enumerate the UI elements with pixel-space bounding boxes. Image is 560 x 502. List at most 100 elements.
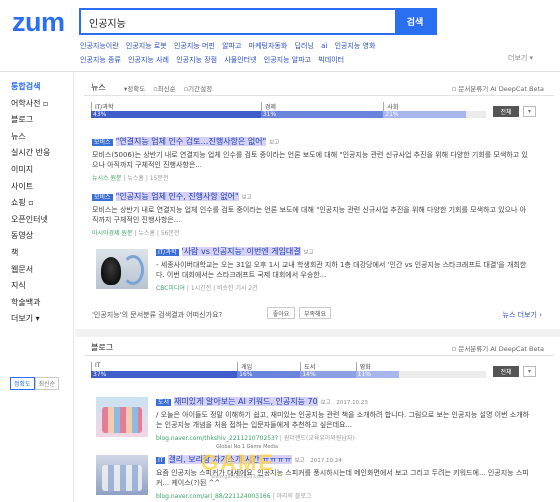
- news-dist-bar: 43% 31% 21%: [91, 111, 486, 118]
- feedback-good-button[interactable]: 좋아요: [267, 307, 295, 319]
- news-more-link[interactable]: 뉴스 더보기 ›: [503, 310, 542, 320]
- news-dist-labels: IT/과학 경제 사회: [91, 102, 486, 111]
- blog-dist-segment[interactable]: 16%: [237, 371, 301, 378]
- blog-result-url[interactable]: blog.naver.com/ari_88/221124003166: [156, 493, 271, 500]
- sidebar-item-knowledge[interactable]: 지식: [0, 278, 73, 295]
- blog-dist-label[interactable]: IT: [91, 362, 100, 371]
- related-keyword[interactable]: 인공지능 로봇: [126, 42, 167, 50]
- blog-dist-label[interactable]: 영화: [355, 362, 371, 371]
- related-keyword[interactable]: 인공지능 장점: [176, 56, 217, 64]
- blog-result-url[interactable]: blog.naver.com/thkshiv_221121070253?: [156, 435, 278, 442]
- news-dist-segment[interactable]: 21%: [383, 111, 467, 118]
- blog-dist-label[interactable]: 게임: [237, 362, 252, 371]
- news-sort-options: ▾정확도 ▫최신순 ▫기간설정: [124, 83, 218, 93]
- news-section-header: 뉴스 ▾정확도 ▫최신순 ▫기간설정 ▫ 문서분류기 AI DeepCat Be…: [84, 79, 554, 96]
- blog-result-title[interactable]: 도서 재미있게 알아보는 AI 키워드, 인공지능 70 보고 2017.10.23: [156, 396, 532, 407]
- news-result-badge: 모비스: [92, 194, 113, 201]
- news-classifier-label[interactable]: ▫ 문서분류기 AI DeepCat Beta: [452, 83, 544, 93]
- blog-dist-segment[interactable]: 37%: [91, 371, 238, 378]
- blog-all-button[interactable]: 전체: [493, 366, 519, 377]
- news-result-source[interactable]: 아시아경제 원문: [92, 230, 133, 237]
- blog-result-badge: 도서: [156, 399, 172, 406]
- sort-toggle: 정확도 최신순: [10, 377, 60, 390]
- news-result-title[interactable]: IT/과학 '사람 vs 인공지능' 이번엔 게임대결 보고: [156, 246, 532, 257]
- search-button[interactable]: 검색: [395, 10, 435, 33]
- related-keyword[interactable]: 인공지능이란: [80, 42, 119, 50]
- sidebar-item-all[interactable]: 통합검색: [0, 79, 73, 96]
- news-result-title[interactable]: 모비스 "연결지능 업체 인수 검토…진행사항은 없어" 보고: [92, 136, 532, 147]
- related-keyword[interactable]: 인공지능 사례: [128, 56, 169, 64]
- robot-head-icon: [122, 255, 144, 285]
- sidebar-item-video[interactable]: 동영상: [0, 228, 73, 245]
- blog-result-author[interactable]: 원더랜드(교육유아와원남자): [284, 435, 355, 442]
- watermark-logo: GAME: [201, 450, 275, 475]
- blog-result-thumbnail[interactable]: [96, 455, 148, 495]
- sidebar: 통합검색 어학사전 ▫ 블로그 뉴스 실시간 반응 이미지 사이트 쇼핑 ▫ 오…: [0, 73, 74, 502]
- news-expand-arrow-icon[interactable]: ▾: [523, 106, 536, 117]
- news-sort-accuracy[interactable]: ▾정확도: [124, 85, 145, 93]
- sidebar-item-more[interactable]: 더보기 ▾: [0, 311, 73, 328]
- sidebar-item-sites[interactable]: 사이트: [0, 179, 73, 196]
- sort-accuracy-button[interactable]: 정확도: [10, 377, 35, 390]
- related-more-button[interactable]: 더보기 ▾: [508, 53, 533, 63]
- news-result-thumbnail[interactable]: [96, 249, 148, 289]
- section-divider: [75, 329, 560, 337]
- blog-dist-segment[interactable]: 11%: [355, 371, 400, 378]
- sort-latest-button[interactable]: 최신순: [34, 377, 60, 390]
- sidebar-item-encyclopedia[interactable]: 학술백과: [0, 295, 73, 312]
- news-result-title[interactable]: 모비스 "인공지능 업체 인수, 진행사항 없어" 보고: [92, 191, 532, 202]
- news-dist-label[interactable]: 사회: [383, 102, 398, 111]
- blog-result: 도서 재미있게 알아보는 AI 키워드, 인공지능 70 보고 2017.10.23…: [156, 396, 532, 442]
- related-keyword[interactable]: 마케팅자동화: [249, 42, 288, 50]
- related-keyword[interactable]: ai: [321, 42, 327, 50]
- blog-dist-label[interactable]: 도서: [300, 362, 315, 371]
- related-keyword[interactable]: 사물인터넷: [224, 56, 256, 64]
- news-sort-latest[interactable]: ▫최신순: [153, 85, 175, 93]
- sidebar-item-web-docs[interactable]: 웹문서: [0, 262, 73, 279]
- related-keyword[interactable]: 딥러닝: [295, 42, 314, 50]
- news-result-badge-small: 보고: [303, 250, 314, 256]
- sidebar-item-blog[interactable]: 블로그: [0, 112, 73, 129]
- related-keyword[interactable]: 인공지능 알파고: [264, 56, 311, 64]
- news-dist-segment[interactable]: 31%: [260, 111, 384, 118]
- sidebar-item-news[interactable]: 뉴스: [0, 129, 73, 146]
- news-result-badge: 모비스: [92, 139, 113, 146]
- sidebar-item-books[interactable]: 책: [0, 245, 73, 262]
- news-result-source[interactable]: 뉴시스 원문: [92, 175, 122, 182]
- related-keyword[interactable]: 인공지능 종류: [80, 56, 121, 64]
- news-result-title-text[interactable]: '사람 vs 인공지능' 이번엔 게임대결: [181, 247, 301, 256]
- related-keyword[interactable]: 인공지능 영화: [335, 42, 376, 50]
- zum-logo[interactable]: zum: [12, 7, 65, 38]
- related-keyword[interactable]: 빅데이터: [318, 56, 344, 64]
- news-result-title-text[interactable]: "인공지능 업체 인수, 진행사항 없어": [115, 192, 239, 201]
- related-keyword[interactable]: 알파고: [222, 42, 241, 50]
- news-section-title: 뉴스: [91, 83, 106, 92]
- blog-dist-segment[interactable]: 14%: [300, 371, 356, 378]
- blog-classifier-label[interactable]: ▫ 문서분류기 AI DeepCat Beta: [452, 343, 544, 353]
- blog-result-desc: / 오늘은 아이들도 정말 이해하기 쉽고, 재미있는 인공지능 관련 책을 소…: [156, 411, 530, 429]
- feedback-bad-button[interactable]: 부족해요: [299, 307, 331, 319]
- news-result-source[interactable]: CBC미디어: [156, 285, 185, 292]
- news-dist-label[interactable]: IT/과학: [91, 102, 114, 111]
- related-keyword[interactable]: 인공지능 머핀: [174, 42, 215, 50]
- news-dist-label[interactable]: 경제: [260, 102, 276, 111]
- feedback-question: '인공지능'의 문서분류 검색결과 어떠신가요?: [92, 311, 223, 319]
- news-sort-period[interactable]: ▫기간설정: [184, 85, 212, 93]
- sidebar-item-open-internet[interactable]: 오픈인터넷: [0, 212, 73, 229]
- news-all-button[interactable]: 전체: [493, 106, 519, 117]
- search-input[interactable]: [89, 13, 389, 31]
- sidebar-item-images[interactable]: 이미지: [0, 162, 73, 179]
- news-dist-segment[interactable]: 43%: [91, 111, 261, 118]
- news-result: IT/과학 '사람 vs 인공지능' 이번엔 게임대결 보고 - 세종사이버대학교는…: [156, 246, 532, 292]
- blog-result-title-text[interactable]: 재미있게 알아보는 AI 키워드, 인공지능 70: [174, 397, 318, 406]
- news-result-title-text[interactable]: "연결지능 업체 인수 검토…진행사항은 없어": [115, 137, 267, 146]
- news-section: 뉴스 ▾정확도 ▫최신순 ▫기간설정 ▫ 문서분류기 AI DeepCat Be…: [84, 79, 554, 319]
- sidebar-item-shopping[interactable]: 쇼핑 ▫: [0, 195, 73, 212]
- sidebar-item-dictionary[interactable]: 어학사전 ▫: [0, 96, 73, 113]
- blog-expand-arrow-icon[interactable]: ▾: [523, 366, 536, 377]
- blog-result-date: 2017.10.23: [336, 400, 368, 406]
- news-result-meta: 뉴시스 원문 | 뉴스홈 | 15분전: [92, 173, 532, 182]
- blog-result-thumbnail[interactable]: [96, 397, 148, 437]
- blog-result-author[interactable]: 아리의 블로그: [276, 493, 311, 500]
- sidebar-item-realtime[interactable]: 실시간 반응: [0, 145, 73, 162]
